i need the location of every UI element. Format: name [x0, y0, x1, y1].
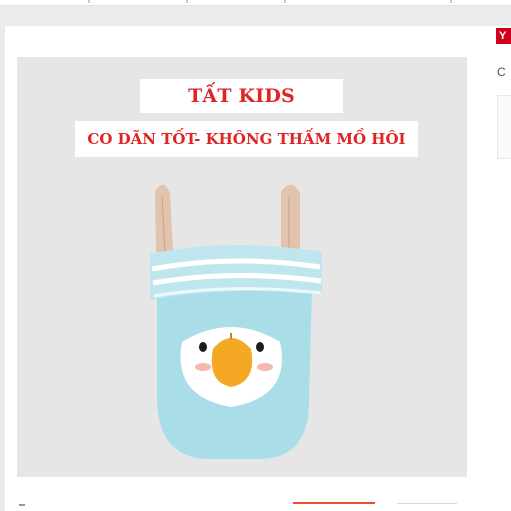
penguin-eye	[256, 342, 264, 352]
side-info-box	[497, 95, 511, 159]
product-main-image[interactable]: TẤT KIDS CO DÃN TỐT- KHÔNG THẤM MỒ HÔI	[17, 57, 467, 477]
secondary-action-button[interactable]	[397, 503, 457, 511]
banner-subtitle: CO DÃN TỐT- KHÔNG THẤM MỒ HÔI	[75, 121, 418, 157]
side-badge: Y	[496, 28, 511, 44]
top-strip	[0, 0, 511, 6]
top-strip-mark	[284, 0, 286, 3]
penguin-cheek	[195, 363, 211, 371]
product-card: TẤT KIDS CO DÃN TỐT- KHÔNG THẤM MỒ HÔI	[5, 26, 511, 511]
top-strip-mark	[88, 0, 90, 3]
top-strip-mark	[450, 0, 452, 3]
penguin-eye	[199, 342, 207, 352]
banner-title: TẤT KIDS	[140, 79, 343, 113]
sock-photo	[150, 184, 322, 459]
side-caption: C	[497, 65, 506, 79]
right-finger	[281, 184, 300, 252]
top-strip-mark	[186, 0, 188, 3]
primary-action-button[interactable]	[293, 502, 375, 511]
thumbnail-indicator	[19, 504, 25, 506]
penguin-cheek	[257, 363, 273, 371]
